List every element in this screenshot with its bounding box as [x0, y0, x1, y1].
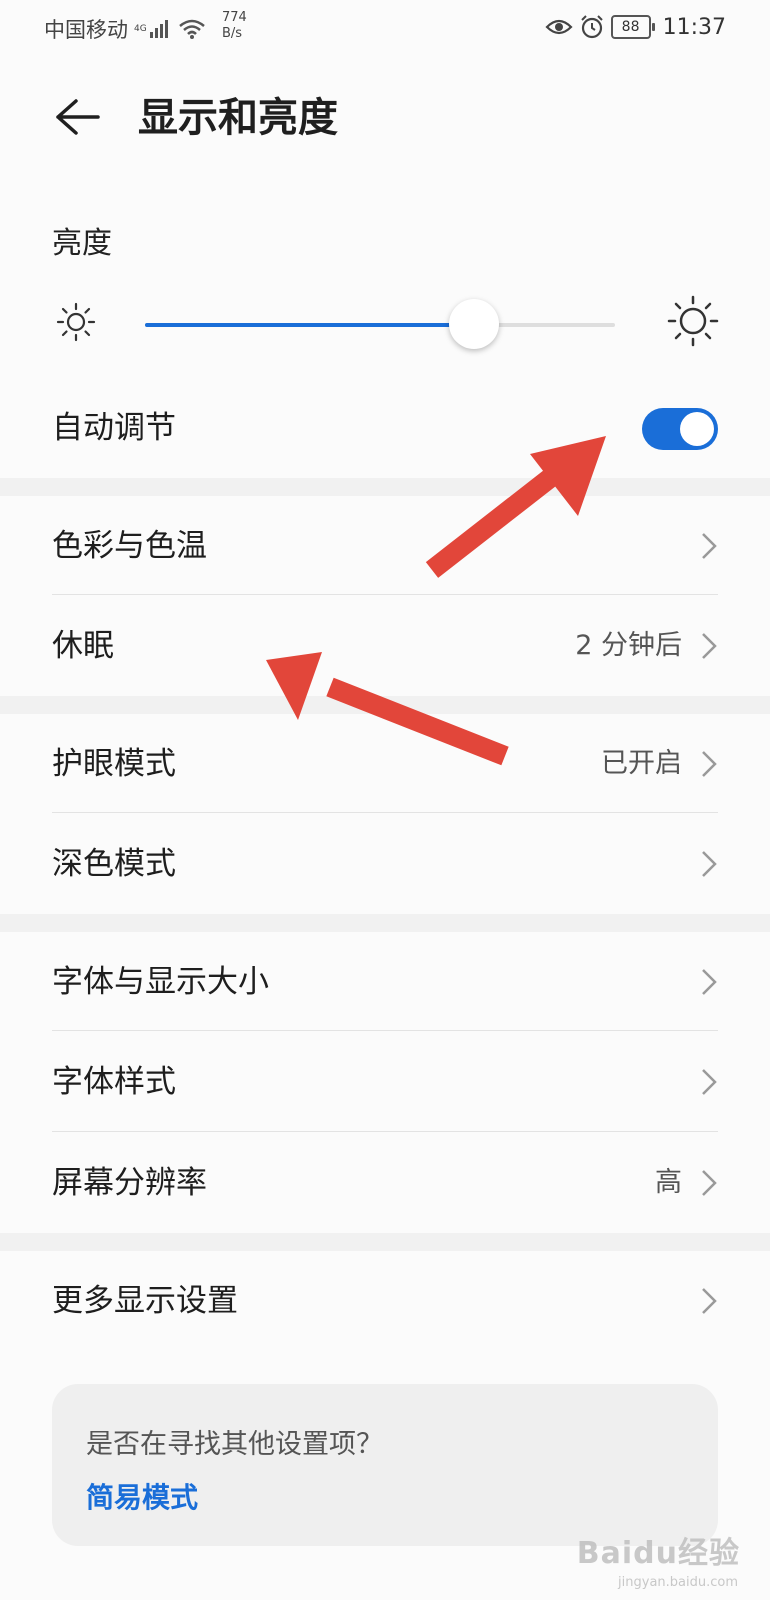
color-temperature-label: 色彩与色温	[52, 528, 207, 564]
chevron-right-icon	[702, 1170, 717, 1196]
eye-icon	[545, 19, 573, 35]
network-type: 4G	[134, 23, 147, 34]
status-left: 中国移动 4G	[44, 14, 206, 44]
dark-mode-label: 深色模式	[52, 846, 176, 882]
divider	[52, 1131, 718, 1132]
sleep-value: 2 分钟后	[575, 630, 682, 661]
brightness-control	[0, 290, 770, 360]
app-header: 显示和亮度	[0, 74, 770, 164]
speed-value: 774	[222, 10, 247, 25]
divider	[52, 594, 718, 595]
signal-icon	[149, 20, 168, 38]
more-display-settings-row[interactable]: 更多显示设置	[0, 1251, 770, 1351]
sun-small-icon	[56, 302, 96, 342]
eye-comfort-label: 护眼模式	[52, 746, 176, 782]
brightness-slider[interactable]	[145, 299, 615, 349]
divider	[52, 1030, 718, 1031]
carrier-name: 中国移动	[44, 18, 128, 42]
clock: 11:37	[662, 14, 726, 40]
font-size-label: 字体与显示大小	[52, 964, 269, 1000]
speed-unit: B/s	[222, 26, 243, 41]
network-speed: 774 B/s	[222, 10, 247, 42]
auto-adjust-row[interactable]: 自动调节	[0, 378, 770, 478]
chevron-right-icon	[702, 851, 717, 877]
section-gap	[0, 478, 770, 496]
brightness-slider-fill	[145, 323, 474, 327]
chevron-right-icon	[702, 969, 717, 995]
font-size-row[interactable]: 字体与显示大小	[0, 932, 770, 1032]
chevron-right-icon	[702, 533, 717, 559]
section-gap	[0, 914, 770, 932]
brightness-slider-thumb[interactable]	[449, 299, 499, 349]
divider	[52, 812, 718, 813]
sun-large-icon	[667, 295, 719, 347]
wifi-icon	[178, 19, 205, 39]
brightness-label: 亮度	[52, 226, 112, 261]
more-display-settings-label: 更多显示设置	[52, 1283, 238, 1319]
status-right: 88 11:37	[545, 14, 726, 40]
suggestion-question: 是否在寻找其他设置项？	[86, 1429, 383, 1460]
resolution-value: 高	[655, 1167, 682, 1198]
auto-adjust-label: 自动调节	[52, 410, 176, 446]
section-gap	[0, 1233, 770, 1251]
sleep-label: 休眠	[52, 628, 114, 664]
section-gap	[0, 696, 770, 714]
status-bar: 中国移动 4G 774 B/s 88 11:37	[0, 0, 770, 58]
eye-comfort-value: 已开启	[601, 748, 682, 779]
sleep-row[interactable]: 休眠 2 分钟后	[0, 596, 770, 696]
alarm-icon	[580, 15, 603, 39]
font-style-label: 字体样式	[52, 1064, 176, 1100]
chevron-right-icon	[702, 1288, 717, 1314]
battery-icon: 88	[610, 15, 655, 39]
back-arrow-icon	[56, 99, 100, 135]
baidu-watermark: Baidu经验	[576, 1536, 740, 1571]
eye-comfort-row[interactable]: 护眼模式 已开启	[0, 714, 770, 814]
toggle-knob	[680, 412, 714, 446]
simple-mode-link[interactable]: 简易模式	[86, 1476, 198, 1516]
resolution-label: 屏幕分辨率	[52, 1165, 207, 1201]
auto-adjust-toggle[interactable]	[642, 408, 718, 450]
resolution-row[interactable]: 屏幕分辨率 高	[0, 1133, 770, 1233]
back-button[interactable]	[52, 92, 102, 142]
page-title: 显示和亮度	[138, 95, 338, 141]
baidu-watermark-url: jingyan.baidu.com	[618, 1575, 738, 1590]
dark-mode-row[interactable]: 深色模式	[0, 814, 770, 914]
color-temperature-row[interactable]: 色彩与色温	[0, 496, 770, 596]
suggestion-card: 是否在寻找其他设置项？ 简易模式	[52, 1384, 718, 1546]
font-style-row[interactable]: 字体样式	[0, 1032, 770, 1132]
chevron-right-icon	[702, 1069, 717, 1095]
chevron-right-icon	[702, 751, 717, 777]
chevron-right-icon	[702, 633, 717, 659]
